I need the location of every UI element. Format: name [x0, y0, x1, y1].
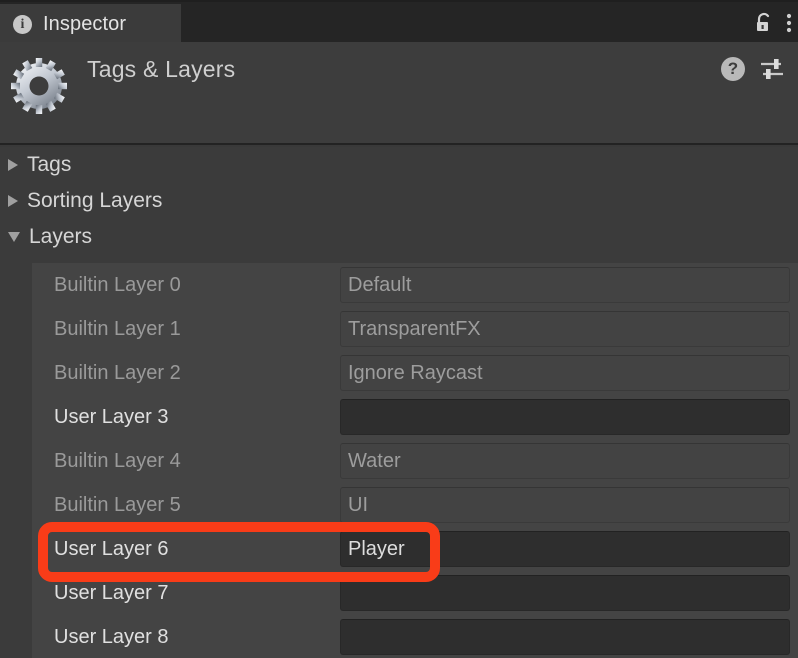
layer-name-field-readonly: UI	[340, 487, 790, 523]
layer-row-label: Builtin Layer 4	[54, 449, 181, 472]
layer-row-label: User Layer 8	[54, 625, 169, 648]
layer-row: Builtin Layer 1 TransparentFX	[32, 307, 798, 351]
layer-name-field-readonly: Water	[340, 443, 790, 479]
layer-row-label: Builtin Layer 1	[54, 317, 181, 340]
layer-row: Builtin Layer 0 Default	[32, 263, 798, 307]
layer-name-field-readonly: Ignore Raycast	[340, 355, 790, 391]
info-icon: i	[13, 14, 32, 34]
layer-name-input[interactable]	[340, 399, 790, 435]
window-tab-bar: i Inspector	[0, 0, 798, 44]
layer-row-label: User Layer 7	[54, 581, 169, 604]
kebab-menu-icon[interactable]	[786, 12, 792, 34]
layer-row: Builtin Layer 2 Ignore Raycast	[32, 351, 798, 395]
chevron-right-icon	[8, 159, 18, 171]
unlock-icon[interactable]	[754, 12, 774, 34]
foldout-layers-label: Layers	[29, 225, 93, 248]
page-title: Tags & Layers	[87, 56, 236, 82]
chevron-right-icon	[8, 195, 18, 207]
layer-name-field-readonly: TransparentFX	[340, 311, 790, 347]
layer-row-label: Builtin Layer 5	[54, 493, 181, 516]
layer-row-label: User Layer 6	[54, 537, 169, 560]
foldout-sorting-layers[interactable]: Sorting Layers	[0, 183, 798, 219]
layer-row-label: Builtin Layer 0	[54, 273, 181, 296]
layer-name-input[interactable]: Player	[340, 531, 790, 567]
foldout-sorting-layers-label: Sorting Layers	[27, 189, 163, 212]
inspector-window: i Inspector Tags & Layers ? Tags Sorting…	[0, 0, 798, 658]
layer-row: Builtin Layer 4 Water	[32, 439, 798, 483]
foldout-layers[interactable]: Layers	[0, 219, 798, 255]
tab-inspector-label: Inspector	[43, 12, 127, 35]
layer-list: Builtin Layer 0 Default Builtin Layer 1 Tra…	[32, 263, 798, 658]
inspector-body: Tags Sorting Layers Layers Builtin Layer…	[0, 147, 798, 658]
gear-settings-icon	[9, 56, 69, 116]
chevron-down-icon	[8, 232, 20, 242]
layer-row: User Layer 8	[32, 615, 798, 658]
layer-row-label: User Layer 3	[54, 405, 169, 428]
help-icon[interactable]: ?	[721, 57, 745, 81]
preset-sliders-icon[interactable]	[759, 57, 785, 81]
tab-inspector[interactable]: i Inspector	[0, 4, 181, 44]
layer-row-label: Builtin Layer 2	[54, 361, 181, 384]
layer-row: User Layer 7	[32, 571, 798, 615]
layer-row: User Layer 6 Player	[32, 527, 798, 571]
foldout-tags[interactable]: Tags	[0, 147, 798, 183]
object-header: Tags & Layers ?	[0, 42, 798, 145]
layer-row: Builtin Layer 5 UI	[32, 483, 798, 527]
header-actions: ?	[721, 57, 785, 81]
layer-name-field-readonly: Default	[340, 267, 790, 303]
layer-name-input[interactable]	[340, 619, 790, 655]
layer-row: User Layer 3	[32, 395, 798, 439]
foldout-tags-label: Tags	[27, 153, 72, 176]
layer-name-input[interactable]	[340, 575, 790, 611]
tab-bar-actions	[754, 6, 792, 40]
